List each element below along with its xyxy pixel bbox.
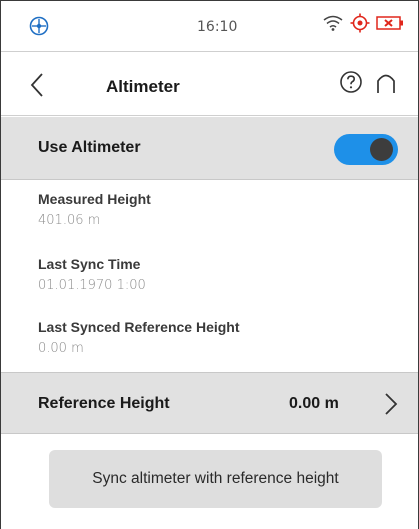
status-time: 16:10 [197, 19, 238, 35]
last-synced-reference-value: 0.00 m [38, 341, 84, 356]
status-icons [322, 13, 404, 37]
chevron-right-icon [384, 391, 398, 417]
last-sync-time-label: Last Sync Time [38, 256, 141, 272]
battery-empty-icon [376, 15, 404, 36]
app-frame: 16:10 Altimeter Use Altimeter Measured H… [0, 0, 419, 529]
measured-height-value: 401.06 m [38, 213, 101, 228]
chevron-left-icon[interactable] [27, 72, 49, 98]
wifi-icon [322, 14, 344, 37]
last-sync-time-value: 01.01.1970 1:00 [38, 278, 146, 293]
sync-altimeter-button[interactable]: Sync altimeter with reference height [49, 450, 382, 508]
use-altimeter-label: Use Altimeter [38, 139, 141, 156]
use-altimeter-toggle[interactable] [334, 134, 398, 165]
reference-height-row[interactable]: Reference Height 0.00 m [1, 372, 418, 434]
measured-height-label: Measured Height [38, 191, 151, 207]
last-synced-reference-field: Last Synced Reference Height 0.00 m [38, 319, 240, 356]
home-icon[interactable] [374, 70, 398, 94]
help-circle-icon[interactable] [339, 70, 363, 94]
toggle-knob [370, 138, 393, 161]
status-bar: 16:10 [1, 1, 418, 52]
satellite-icon [27, 14, 51, 38]
measured-height-field: Measured Height 401.06 m [38, 191, 151, 228]
reference-height-label: Reference Height [38, 395, 170, 412]
last-sync-time-field: Last Sync Time 01.01.1970 1:00 [38, 256, 146, 293]
use-altimeter-row: Use Altimeter [1, 117, 418, 180]
last-synced-reference-label: Last Synced Reference Height [38, 319, 240, 335]
reference-height-value: 0.00 m [289, 395, 339, 412]
page-title: Altimeter [106, 77, 180, 96]
gps-target-icon [350, 13, 370, 38]
app-header: Altimeter [1, 52, 418, 116]
